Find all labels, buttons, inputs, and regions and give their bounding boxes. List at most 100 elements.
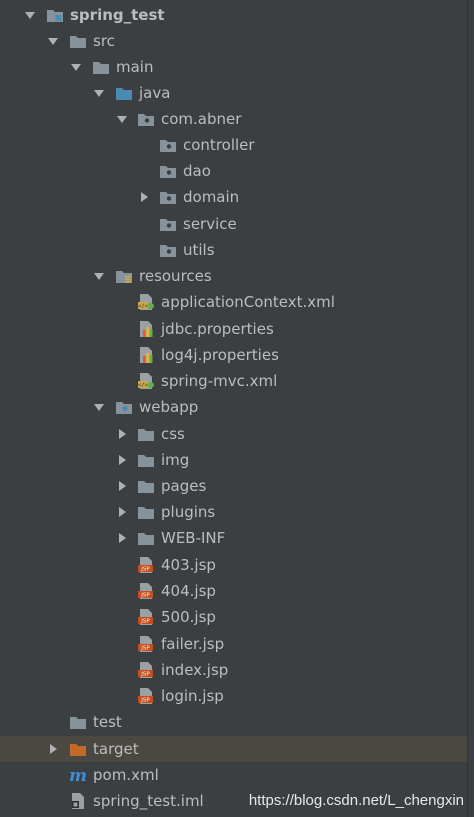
chevron-right-icon[interactable] <box>115 479 129 493</box>
tree-row[interactable]: java <box>0 80 474 106</box>
tree-item-label: pom.xml <box>93 766 159 784</box>
tree-item-label: jdbc.properties <box>161 320 274 338</box>
chevron-down-icon[interactable] <box>92 86 106 100</box>
tree-row[interactable]: plugins <box>0 499 474 525</box>
tree-item-label: com.abner <box>161 110 242 128</box>
tree-row[interactable]: controller <box>0 132 474 158</box>
tree-row[interactable]: JSP index.jsp <box>0 657 474 683</box>
tree-item-label: domain <box>183 188 240 206</box>
tree-item-label: log4j.properties <box>161 346 279 364</box>
svg-text:JSP: JSP <box>140 672 150 678</box>
folder-icon <box>92 58 110 76</box>
svg-text:</>: </> <box>138 383 149 389</box>
chevron-down-icon[interactable] <box>69 60 83 74</box>
svg-text:JSP: JSP <box>140 698 150 704</box>
tree-item-label: failer.jsp <box>161 635 225 653</box>
chevron-right-icon[interactable] <box>115 453 129 467</box>
svg-text:JSP: JSP <box>140 593 150 599</box>
tree-row[interactable]: jdbc.properties <box>0 316 474 342</box>
tree-row[interactable]: spring_test <box>0 2 474 28</box>
tree-row[interactable]: domain <box>0 184 474 210</box>
tree-row[interactable]: </> spring-mvc.xml <box>0 368 474 394</box>
tree-row[interactable]: JSP 404.jsp <box>0 578 474 604</box>
tree-item-label: test <box>93 713 122 731</box>
chevron-right-icon[interactable] <box>115 427 129 441</box>
tree-row[interactable]: JSP login.jsp <box>0 683 474 709</box>
tree-row[interactable]: img <box>0 447 474 473</box>
package-icon <box>159 215 177 233</box>
tree-row[interactable]: pages <box>0 473 474 499</box>
chevron-down-icon[interactable] <box>92 269 106 283</box>
chevron-right-icon[interactable] <box>115 505 129 519</box>
tree-row[interactable]: log4j.properties <box>0 342 474 368</box>
tree-item-label: utils <box>183 241 215 259</box>
folder-icon <box>69 713 87 731</box>
tree-row[interactable]: dao <box>0 158 474 184</box>
chevron-right-icon[interactable] <box>46 742 60 756</box>
chevron-down-icon[interactable] <box>23 8 37 22</box>
chevron-right-icon[interactable] <box>115 531 129 545</box>
svg-text:JSP: JSP <box>140 646 150 652</box>
tree-item-label: spring-mvc.xml <box>161 372 278 390</box>
tree-row[interactable]: test <box>0 709 474 735</box>
tree-row[interactable]: JSP failer.jsp <box>0 631 474 657</box>
tree-item-label: 403.jsp <box>161 556 216 574</box>
package-icon <box>159 188 177 206</box>
tree-row[interactable]: target <box>0 736 474 762</box>
tree-item-label: pages <box>161 477 207 495</box>
folder-icon <box>137 477 155 495</box>
tree-item-label: plugins <box>161 503 216 521</box>
spring-xml-file-icon: </> <box>137 372 155 390</box>
chevron-down-icon[interactable] <box>46 34 60 48</box>
tree-row[interactable]: </> applicationContext.xml <box>0 289 474 315</box>
chevron-right-icon[interactable] <box>137 190 151 204</box>
tree-row[interactable]: webapp <box>0 394 474 420</box>
tree-item-label: controller <box>183 136 255 154</box>
folder-icon <box>137 503 155 521</box>
folder-icon <box>69 32 87 50</box>
package-icon <box>159 162 177 180</box>
folder-icon <box>137 451 155 469</box>
project-tree: spring_test.iml m pom.xml target test JSP logi… <box>0 0 474 817</box>
maven-pom-icon: m <box>69 766 87 784</box>
tree-row[interactable]: utils <box>0 237 474 263</box>
tree-row[interactable]: JSP 500.jsp <box>0 604 474 630</box>
jsp-file-icon: JSP <box>137 608 155 626</box>
chevron-down-icon[interactable] <box>115 112 129 126</box>
tree-row[interactable]: WEB-INF <box>0 525 474 551</box>
spring-xml-file-icon: </> <box>137 293 155 311</box>
folder-icon <box>137 529 155 547</box>
tree-item-label: applicationContext.xml <box>161 293 335 311</box>
chevron-down-icon[interactable] <box>92 400 106 414</box>
tree-row[interactable]: com.abner <box>0 106 474 132</box>
source-folder-icon <box>115 84 133 102</box>
tree-item-label: target <box>93 740 139 758</box>
properties-file-icon <box>137 346 155 364</box>
watermark: https://blog.csdn.net/L_chengxin <box>248 792 464 809</box>
tree-row[interactable]: src <box>0 28 474 54</box>
tree-item-label: spring_test.iml <box>93 792 204 810</box>
jsp-file-icon: JSP <box>137 582 155 600</box>
scrollbar[interactable] <box>467 0 474 817</box>
jsp-file-icon: JSP <box>137 661 155 679</box>
tree-item-label: service <box>183 215 237 233</box>
iml-file-icon <box>69 792 87 810</box>
tree-row[interactable]: JSP 403.jsp <box>0 552 474 578</box>
tree-row[interactable]: css <box>0 421 474 447</box>
tree-row[interactable]: resources <box>0 263 474 289</box>
tree-item-label: login.jsp <box>161 687 224 705</box>
tree-item-label: img <box>161 451 190 469</box>
tree-item-label: css <box>161 425 185 443</box>
tree-item-label: 404.jsp <box>161 582 216 600</box>
jsp-file-icon: JSP <box>137 556 155 574</box>
svg-text:JSP: JSP <box>140 619 150 625</box>
tree-item-label: src <box>93 32 115 50</box>
jsp-file-icon: JSP <box>137 635 155 653</box>
web-folder-icon <box>115 398 133 416</box>
module-folder-icon <box>46 6 64 24</box>
tree-row[interactable]: service <box>0 211 474 237</box>
package-icon <box>137 110 155 128</box>
tree-row[interactable]: main <box>0 54 474 80</box>
tree-row[interactable]: m pom.xml <box>0 762 474 788</box>
package-icon <box>159 136 177 154</box>
